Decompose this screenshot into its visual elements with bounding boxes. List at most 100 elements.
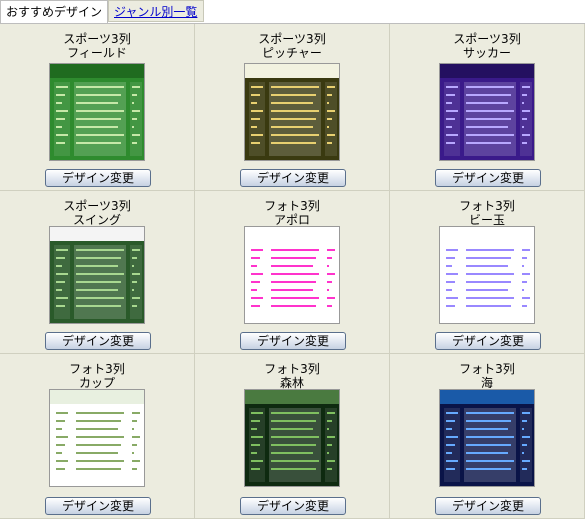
thumbnail-text-line <box>522 273 530 275</box>
thumbnail-text-line <box>466 412 514 414</box>
thumbnail-text-line <box>76 412 124 414</box>
thumbnail-header <box>245 227 339 241</box>
thumbnail-text-line <box>76 460 124 462</box>
thumbnail-header <box>50 390 144 404</box>
design-preview-thumbnail[interactable] <box>439 63 535 161</box>
thumbnail-text-line <box>251 297 263 299</box>
tab-genre-list[interactable]: ジャンル別一覧 <box>108 0 204 22</box>
thumbnail-text-line <box>271 249 319 251</box>
thumbnail-text-line <box>466 444 511 446</box>
tab-bar: おすすめデザイン ジャンル別一覧 <box>0 0 585 24</box>
thumbnail-text-line <box>271 142 316 144</box>
change-design-button[interactable]: デザイン変更 <box>240 497 346 515</box>
thumbnail-text-line <box>522 305 527 307</box>
thumbnail-text-line <box>446 257 455 259</box>
design-name: ビー玉 <box>468 213 505 227</box>
design-card: スポーツ3列 スイング デザイン変更 <box>0 191 195 354</box>
thumbnail-text-line <box>251 428 257 430</box>
thumbnail-text-line <box>56 273 68 275</box>
thumbnail-column <box>520 82 532 156</box>
design-preview-thumbnail[interactable] <box>439 389 535 487</box>
thumbnail-text-line <box>522 281 527 283</box>
change-design-button[interactable]: デザイン変更 <box>240 332 346 350</box>
thumbnail-text-line <box>327 428 329 430</box>
thumbnail-text-line <box>446 273 458 275</box>
design-grid: スポーツ3列 フィールド デザイン変更 スポーツ3列 ピッチャー デザイン変更 スポーツ3列… <box>0 23 585 519</box>
thumbnail-text-line <box>132 249 140 251</box>
thumbnail-text-line <box>56 468 65 470</box>
change-design-button[interactable]: デザイン変更 <box>435 497 541 515</box>
thumbnail-text-line <box>132 436 140 438</box>
change-design-button[interactable]: デザイン変更 <box>45 169 151 187</box>
thumbnail-header <box>50 227 144 241</box>
thumbnail-text-line <box>327 297 335 299</box>
thumbnail-text-line <box>327 257 332 259</box>
thumbnail-text-line <box>251 257 260 259</box>
design-preview-thumbnail[interactable] <box>49 63 145 161</box>
change-design-button[interactable]: デザイン変更 <box>435 332 541 350</box>
thumbnail-header <box>50 64 144 78</box>
thumbnail-text-line <box>522 428 524 430</box>
thumbnail-text-line <box>466 257 511 259</box>
thumbnail-text-line <box>446 297 458 299</box>
thumbnail-text-line <box>251 420 260 422</box>
thumbnail-text-line <box>76 110 124 112</box>
thumbnail-text-line <box>466 110 514 112</box>
thumbnail-text-line <box>327 118 332 120</box>
thumbnail-text-line <box>132 118 137 120</box>
thumbnail-text-line <box>76 249 124 251</box>
thumbnail-text-line <box>327 86 335 88</box>
thumbnail-column <box>325 245 337 319</box>
thumbnail-column <box>249 82 265 156</box>
change-design-button[interactable]: デザイン変更 <box>45 332 151 350</box>
thumbnail-text-line <box>327 110 335 112</box>
thumbnail-text-line <box>446 102 452 104</box>
thumbnail-text-line <box>271 102 313 104</box>
thumbnail-column <box>520 408 532 482</box>
thumbnail-text-line <box>327 420 332 422</box>
thumbnail-text-line <box>466 452 508 454</box>
design-preview-thumbnail[interactable] <box>244 63 340 161</box>
design-category: スポーツ3列 <box>453 32 521 46</box>
design-preview-thumbnail[interactable] <box>244 389 340 487</box>
thumbnail-text-line <box>132 420 137 422</box>
thumbnail-text-line <box>132 428 134 430</box>
thumbnail-text-line <box>251 412 263 414</box>
thumbnail-column <box>269 408 321 482</box>
thumbnail-text-line <box>132 134 140 136</box>
thumbnail-text-line <box>56 289 62 291</box>
thumbnail-text-line <box>76 134 124 136</box>
design-preview-thumbnail[interactable] <box>49 389 145 487</box>
thumbnail-text-line <box>251 126 257 128</box>
thumbnail-text-line <box>132 86 140 88</box>
thumbnail-text-line <box>76 468 121 470</box>
thumbnail-text-line <box>132 289 134 291</box>
change-design-button[interactable]: デザイン変更 <box>240 169 346 187</box>
thumbnail-header <box>440 227 534 241</box>
thumbnail-text-line <box>132 281 137 283</box>
design-category: フォト3列 <box>264 362 320 376</box>
thumbnail-column <box>269 245 321 319</box>
thumbnail-text-line <box>466 249 514 251</box>
thumbnail-header <box>440 390 534 404</box>
thumbnail-text-line <box>132 257 137 259</box>
thumbnail-column <box>325 82 337 156</box>
design-category: スポーツ3列 <box>63 199 131 213</box>
thumbnail-text-line <box>251 452 257 454</box>
tab-recommended-designs[interactable]: おすすめデザイン <box>0 0 108 24</box>
thumbnail-text-line <box>76 444 121 446</box>
thumbnail-text-line <box>271 289 313 291</box>
thumbnail-text-line <box>56 265 62 267</box>
thumbnail-text-line <box>446 142 455 144</box>
design-name: 森林 <box>279 376 304 390</box>
thumbnail-text-line <box>56 142 65 144</box>
design-preview-thumbnail[interactable] <box>439 226 535 324</box>
thumbnail-text-line <box>56 420 65 422</box>
change-design-button[interactable]: デザイン変更 <box>435 169 541 187</box>
design-preview-thumbnail[interactable] <box>244 226 340 324</box>
change-design-button[interactable]: デザイン変更 <box>45 497 151 515</box>
thumbnail-text-line <box>76 281 121 283</box>
design-preview-thumbnail[interactable] <box>49 226 145 324</box>
thumbnail-column <box>520 245 532 319</box>
thumbnail-text-line <box>271 257 316 259</box>
